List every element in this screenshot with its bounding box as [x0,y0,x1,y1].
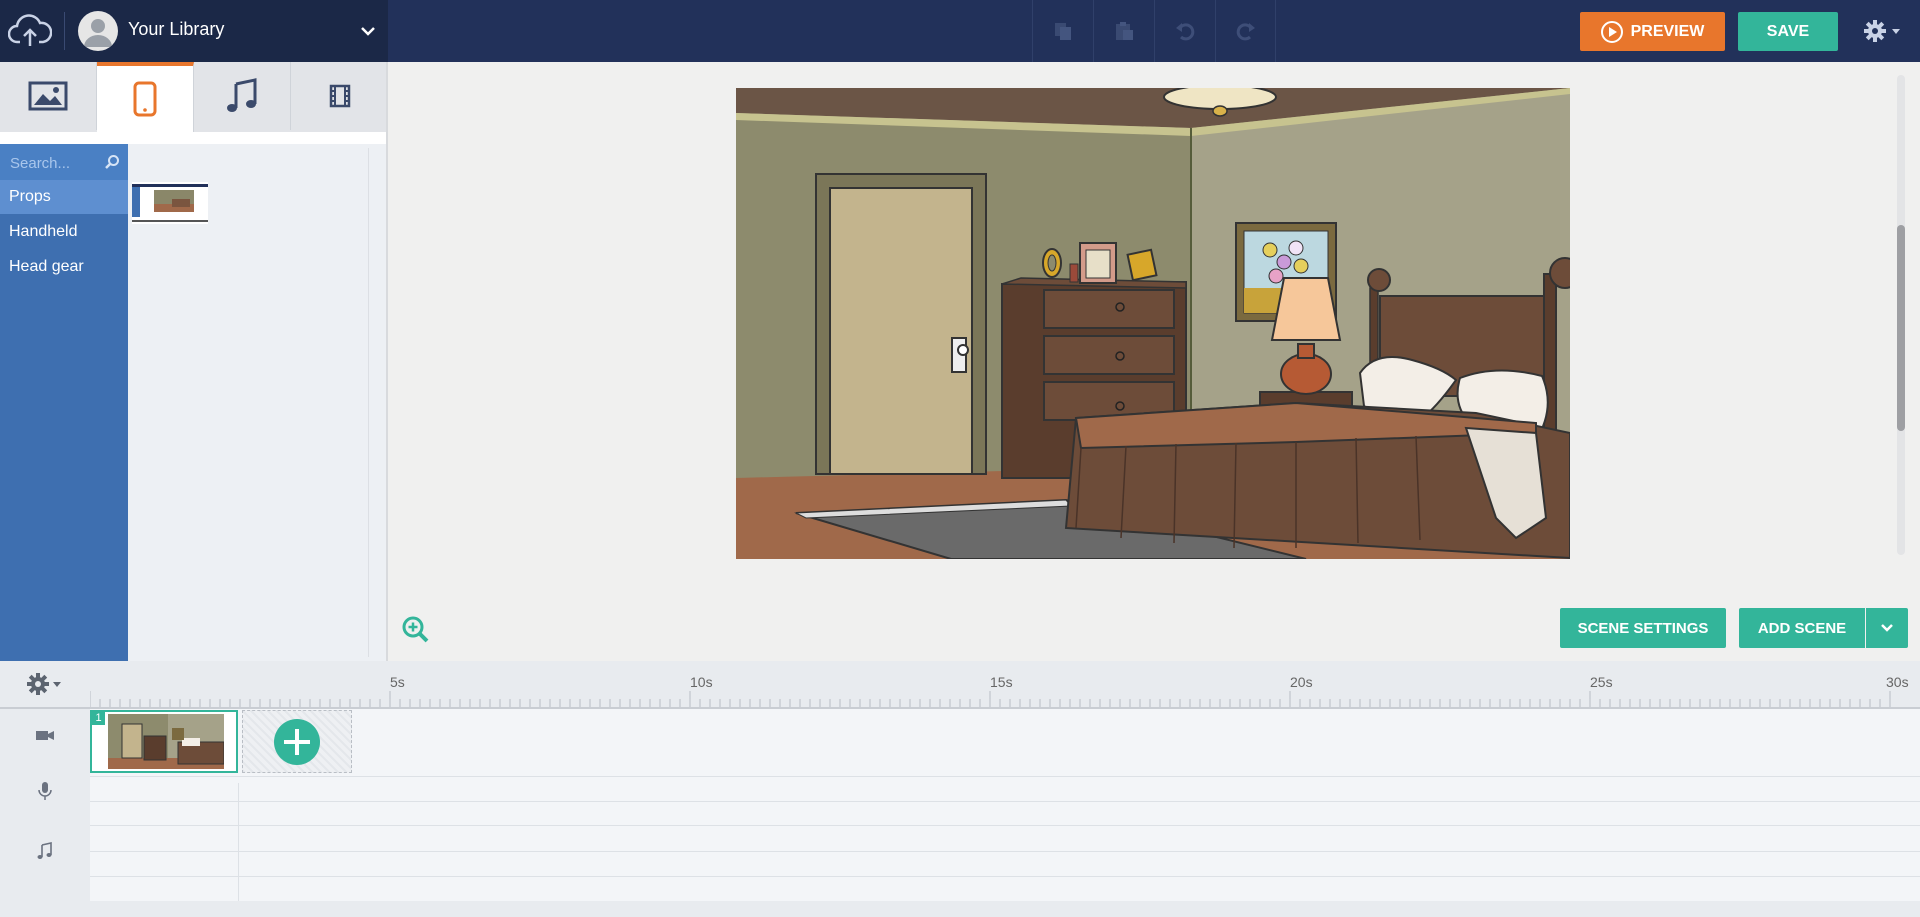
tab-video[interactable] [291,62,388,130]
save-button[interactable]: SAVE [1738,12,1838,51]
asset-browser [128,144,388,661]
chevron-down-icon [361,27,375,36]
header-divider [64,12,65,50]
bedroom-scene [736,88,1570,559]
tab-props[interactable] [97,62,194,132]
music-note-icon [227,78,257,112]
scene-number: 1 [92,712,105,725]
tick-label: 10s [690,674,713,690]
film-icon [329,84,350,108]
library-selector[interactable]: Your Library [78,9,378,53]
scene-canvas[interactable] [736,88,1570,559]
chevron-down-icon [1881,624,1893,632]
timeline-settings-button[interactable] [24,671,64,697]
zoom-in-icon [402,616,429,643]
category-head-gear[interactable]: Head gear [0,250,128,284]
edit-toolbar [1032,0,1278,62]
category-panel: Props Handheld Head gear [0,144,128,661]
asset-tabs [0,62,388,132]
undo-button[interactable] [1154,0,1215,62]
canvas-scrollbar[interactable] [1894,75,1908,555]
gear-icon [1864,20,1886,42]
caret-down-icon [53,682,61,687]
paste-button[interactable] [1093,0,1154,62]
track-separator [90,876,1920,877]
search-input[interactable] [8,152,102,174]
avatar [78,11,118,51]
panel-divider [386,62,388,661]
copy-button[interactable] [1032,0,1093,62]
caret-down-icon [1892,29,1900,34]
gear-icon [27,673,49,695]
search-icon[interactable] [104,154,120,170]
library-header: Your Library [0,0,388,62]
tick-label: 25s [1590,674,1613,690]
timeline-scrollbar[interactable] [90,901,1920,917]
camera-icon [36,731,54,740]
tab-scenes[interactable] [0,62,97,130]
tab-strip [0,132,388,144]
search-box [0,144,128,180]
track-labels [0,709,90,917]
tick-label: 20s [1290,674,1313,690]
asset-list [130,148,369,657]
microphone-icon [38,782,52,800]
plus-icon [274,718,320,765]
add-scene-clip[interactable] [242,710,352,773]
scene-clip[interactable]: 1 [90,710,238,773]
redo-button[interactable] [1215,0,1276,62]
scene-thumbnail [108,714,224,769]
save-label: SAVE [1766,22,1810,40]
scene-settings-button[interactable]: SCENE SETTINGS [1560,608,1726,648]
paste-icon [1116,22,1133,40]
track-separator [90,776,1920,777]
music-note-icon [37,842,52,859]
phone-icon [133,81,157,117]
image-icon [28,81,68,111]
add-scene-button[interactable]: ADD SCENE [1739,608,1865,648]
zoom-in-button[interactable] [400,614,430,644]
timeline-ruler-bar: 5s 10s 15s 20s 25s 30s [0,661,1920,709]
track-separator [90,825,1920,826]
preview-button[interactable]: PREVIEW [1580,12,1725,51]
tab-music[interactable] [194,62,291,130]
tick-label: 5s [390,674,405,690]
add-scene-dropdown[interactable] [1866,608,1908,648]
library-label: Your Library [128,19,225,39]
undo-icon [1176,23,1195,41]
timeline-ruler[interactable]: 5s 10s 15s 20s 25s 30s [89,661,1920,707]
preview-label: PREVIEW [1630,22,1705,40]
track-separator [90,801,1920,802]
top-bar: Your Library PREVIEW SAVE [0,0,1920,62]
track-separator [90,851,1920,852]
category-handheld[interactable]: Handheld [0,215,128,249]
play-icon [1600,20,1623,43]
timeline: 5s 10s 15s 20s 25s 30s 1 [0,661,1920,917]
category-props[interactable]: Props [0,180,128,214]
tick-label: 15s [990,674,1013,690]
settings-menu-button[interactable] [1860,16,1904,46]
asset-thumbnail[interactable] [132,182,208,224]
user-icon [84,19,112,47]
redo-icon [1236,23,1255,41]
cloud-upload-icon[interactable] [8,12,52,50]
track-divider [238,783,239,911]
copy-icon [1055,23,1071,40]
tick-label: 30s [1886,674,1909,690]
